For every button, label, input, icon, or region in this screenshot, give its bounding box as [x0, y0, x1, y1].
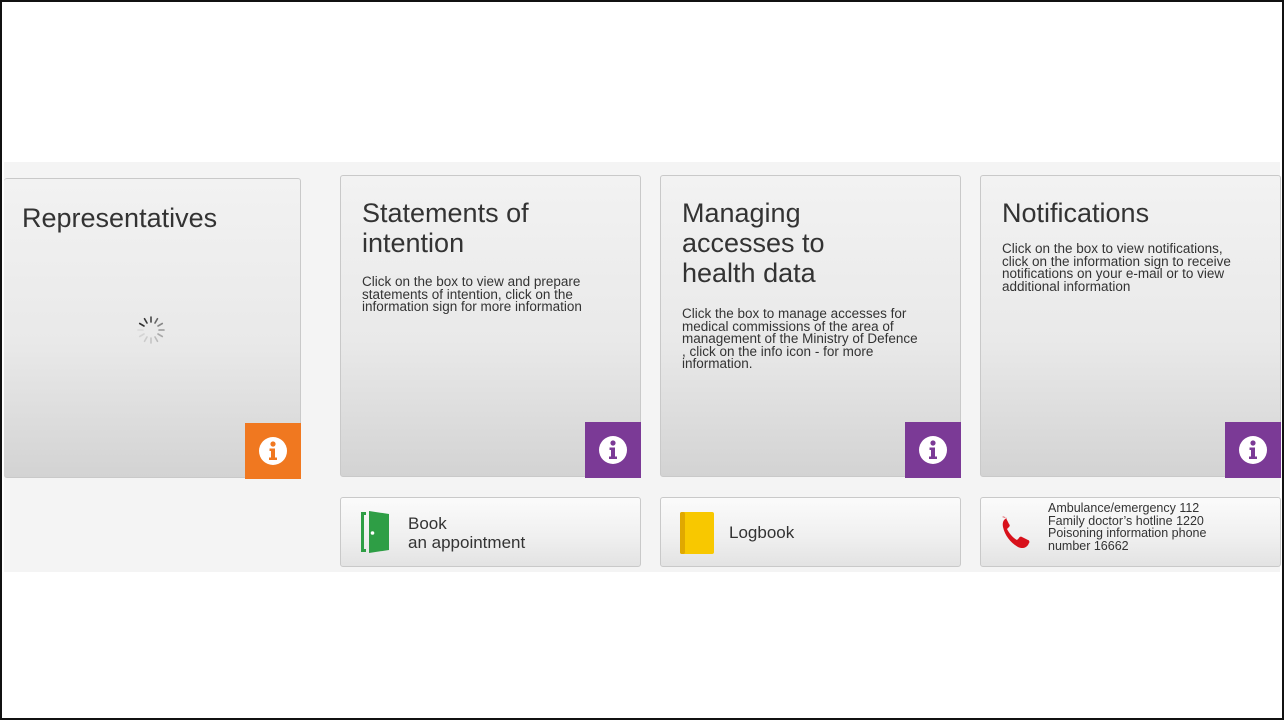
info-icon [919, 436, 947, 464]
info-icon [1239, 436, 1267, 464]
info-button[interactable] [245, 423, 301, 479]
tile-title: Statements of intention [362, 198, 529, 258]
tile-statements-of-intention[interactable]: Statements of intention Click on the box… [340, 175, 641, 478]
phone-icon [1002, 516, 1030, 549]
tile-managing-accesses[interactable]: Managing accesses to health data Click t… [660, 175, 961, 478]
logbook-button[interactable]: Logbook [660, 497, 961, 567]
door-icon [361, 511, 389, 553]
book-appointment-line2: an appointment [408, 533, 526, 552]
tile-notifications[interactable]: Notifications Click on the box to view n… [980, 175, 1281, 478]
emergency-numbers-text: Ambulance/emergency 112 Family doctor’s … [1048, 502, 1272, 552]
info-icon [259, 437, 287, 465]
book-appointment-label: Book an appointment [408, 514, 525, 552]
tile-description: Click the box to manage accesses for med… [682, 306, 918, 371]
emergency-line: Poisoning information phone [1048, 526, 1207, 540]
emergency-numbers-panel[interactable]: Ambulance/emergency 112 Family doctor’s … [980, 497, 1281, 567]
emergency-line: number 16662 [1048, 538, 1129, 553]
info-button[interactable] [585, 422, 641, 478]
info-icon [599, 436, 627, 464]
book-appointment-line1: Book [408, 514, 447, 533]
tile-title: Representatives [22, 203, 218, 233]
loading-spinner-icon [137, 316, 165, 344]
book-appointment-button[interactable]: Book an appointment [340, 497, 641, 567]
tile-title: Notifications [1002, 198, 1150, 228]
tile-description: Click on the box to view notifications, … [1002, 241, 1231, 294]
tile-representatives[interactable]: Representatives [4, 178, 301, 479]
info-button[interactable] [905, 422, 961, 478]
logbook-label: Logbook [729, 523, 795, 542]
book-icon [680, 512, 714, 554]
emergency-line: Ambulance/emergency 112 [1048, 501, 1200, 515]
tile-description: Click on the box to view and prepare sta… [362, 274, 582, 314]
tile-title: Managing accesses to health data [682, 198, 825, 288]
info-button[interactable] [1225, 422, 1281, 478]
